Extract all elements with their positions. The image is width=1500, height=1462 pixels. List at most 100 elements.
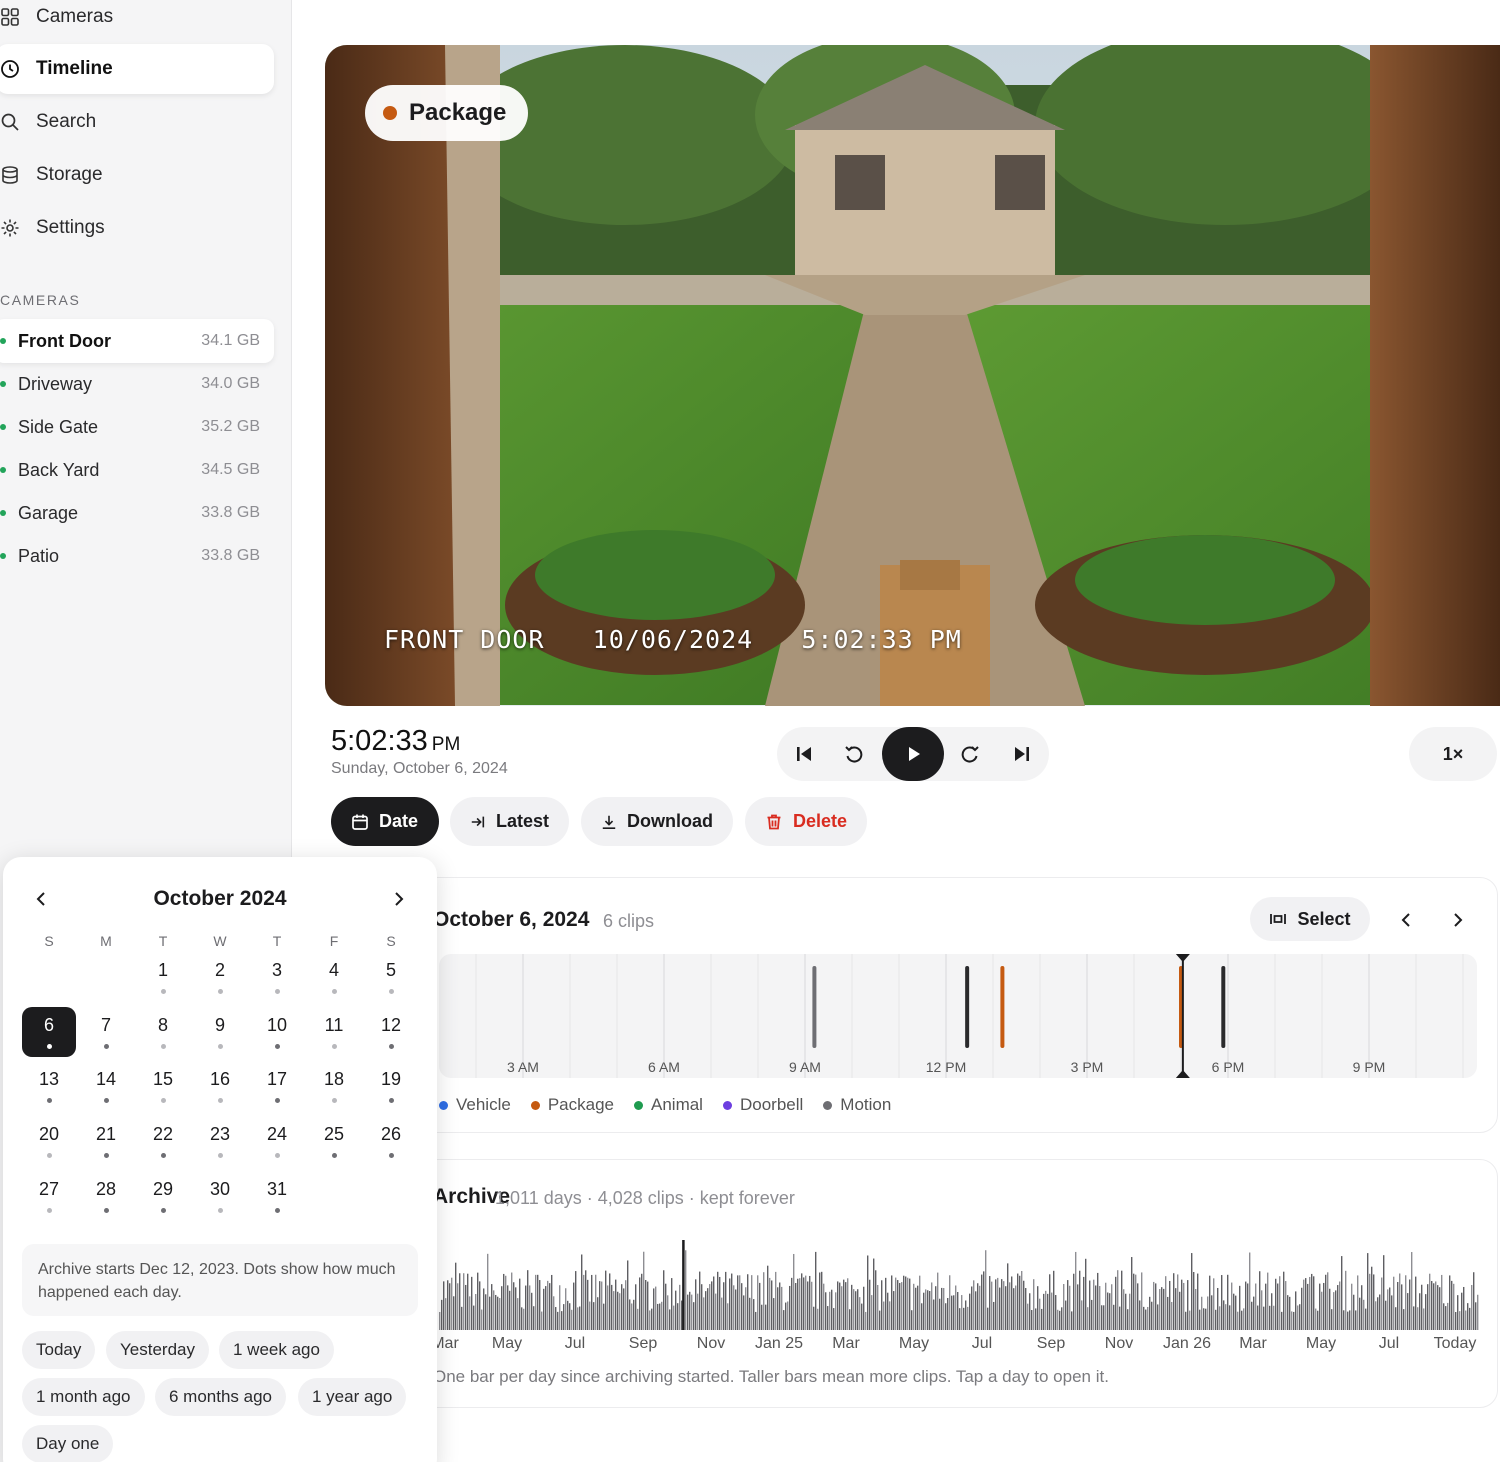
archive-day-bar[interactable]	[571, 1309, 573, 1330]
archive-day-bar[interactable]	[703, 1297, 705, 1330]
archive-day-bar[interactable]	[1297, 1305, 1299, 1330]
archive-day-bar[interactable]	[1053, 1270, 1055, 1330]
archive-day-bar[interactable]	[551, 1274, 553, 1330]
archive-day-bar[interactable]	[1281, 1311, 1283, 1330]
archive-day-bar[interactable]	[1081, 1300, 1083, 1330]
archive-day-bar[interactable]	[519, 1278, 521, 1330]
archive-day-bar[interactable]	[1207, 1296, 1209, 1330]
archive-day-bar[interactable]	[1413, 1306, 1415, 1330]
archive-day-bar[interactable]	[1377, 1297, 1379, 1330]
archive-day-bar[interactable]	[707, 1288, 709, 1330]
archive-day-bar[interactable]	[979, 1285, 981, 1330]
archive-day-bar[interactable]	[1201, 1296, 1203, 1330]
archive-day-bar[interactable]	[529, 1285, 531, 1330]
archive-day-bar[interactable]	[869, 1279, 871, 1330]
archive-day-bar[interactable]	[615, 1279, 617, 1330]
archive-day-bar[interactable]	[679, 1284, 681, 1330]
calendar-day[interactable]: 23	[193, 1116, 247, 1166]
archive-day-bar[interactable]	[471, 1276, 473, 1330]
archive-day-bar[interactable]	[525, 1285, 527, 1330]
archive-day-bar[interactable]	[835, 1292, 837, 1330]
calendar-day[interactable]: 11	[307, 1007, 361, 1057]
archive-day-bar[interactable]	[1471, 1285, 1473, 1330]
archive-day-bar[interactable]	[1195, 1288, 1197, 1330]
archive-day-bar[interactable]	[1051, 1292, 1053, 1330]
archive-day-bar[interactable]	[621, 1284, 623, 1330]
calendar-day[interactable]: 9	[193, 1007, 247, 1057]
archive-day-bar[interactable]	[605, 1270, 607, 1330]
camera-item-garage[interactable]: Garage 33.8 GB	[0, 491, 274, 535]
archive-day-bar[interactable]	[501, 1286, 503, 1330]
archive-day-bar[interactable]	[1017, 1273, 1019, 1330]
archive-day-bar[interactable]	[505, 1275, 507, 1330]
archive-day-bar[interactable]	[1407, 1293, 1409, 1330]
archive-day-bar[interactable]	[893, 1291, 895, 1330]
archive-day-bar[interactable]	[797, 1278, 799, 1330]
archive-day-bar[interactable]	[691, 1294, 693, 1330]
archive-day-bar[interactable]	[1271, 1293, 1273, 1330]
archive-day-bar[interactable]	[1161, 1287, 1163, 1330]
archive-day-bar[interactable]	[1263, 1306, 1265, 1330]
archive-histogram[interactable]	[439, 1230, 1479, 1330]
archive-day-bar[interactable]	[1019, 1275, 1021, 1330]
archive-day-bar[interactable]	[1205, 1308, 1207, 1330]
archive-day-bar[interactable]	[1477, 1294, 1479, 1330]
archive-day-bar[interactable]	[1321, 1291, 1323, 1330]
archive-day-bar[interactable]	[1005, 1286, 1007, 1330]
archive-day-bar[interactable]	[1257, 1305, 1259, 1330]
archive-day-bar[interactable]	[1261, 1290, 1263, 1330]
archive-day-bar[interactable]	[1287, 1295, 1289, 1330]
archive-day-bar[interactable]	[867, 1255, 869, 1330]
archive-day-bar[interactable]	[1409, 1279, 1411, 1330]
archive-day-bar[interactable]	[865, 1311, 867, 1330]
archive-day-bar[interactable]	[531, 1292, 533, 1330]
archive-day-bar[interactable]	[533, 1306, 535, 1330]
archive-day-bar[interactable]	[1155, 1283, 1157, 1330]
archive-day-bar[interactable]	[513, 1282, 515, 1330]
speed-button[interactable]: 1×	[1409, 727, 1497, 781]
archive-day-bar[interactable]	[541, 1311, 543, 1330]
archive-day-bar[interactable]	[709, 1284, 711, 1330]
archive-day-bar[interactable]	[475, 1294, 477, 1330]
archive-day-bar[interactable]	[801, 1273, 803, 1330]
archive-day-bar[interactable]	[1367, 1253, 1369, 1330]
archive-day-bar[interactable]	[1437, 1285, 1439, 1330]
archive-day-bar[interactable]	[1317, 1310, 1319, 1330]
archive-day-bar[interactable]	[539, 1280, 541, 1330]
archive-day-bar[interactable]	[1157, 1304, 1159, 1330]
archive-day-bar[interactable]	[915, 1287, 917, 1330]
archive-day-bar[interactable]	[1191, 1253, 1193, 1330]
archive-day-bar[interactable]	[1465, 1310, 1467, 1330]
archive-day-bar[interactable]	[961, 1295, 963, 1330]
archive-day-bar[interactable]	[911, 1310, 913, 1330]
archive-day-bar[interactable]	[1301, 1287, 1303, 1330]
archive-day-bar[interactable]	[741, 1283, 743, 1330]
archive-day-bar[interactable]	[1121, 1270, 1123, 1330]
archive-day-bar[interactable]	[597, 1297, 599, 1330]
archive-day-bar[interactable]	[981, 1274, 983, 1330]
archive-day-bar[interactable]	[619, 1293, 621, 1330]
archive-day-bar[interactable]	[1033, 1279, 1035, 1330]
archive-day-bar[interactable]	[1143, 1306, 1145, 1330]
archive-day-bar[interactable]	[517, 1298, 519, 1330]
archive-day-bar[interactable]	[1311, 1273, 1313, 1330]
archive-day-bar[interactable]	[1039, 1298, 1041, 1330]
archive-day-bar[interactable]	[721, 1297, 723, 1330]
calendar-day[interactable]: 21	[79, 1116, 133, 1166]
archive-day-bar[interactable]	[935, 1286, 937, 1330]
archive-day-bar[interactable]	[971, 1286, 973, 1330]
calendar-day[interactable]: 8	[136, 1007, 190, 1057]
archive-day-bar[interactable]	[943, 1288, 945, 1330]
archive-day-bar[interactable]	[1369, 1273, 1371, 1330]
archive-day-bar[interactable]	[907, 1277, 909, 1330]
calendar-day[interactable]: 3	[250, 952, 304, 1002]
calendar-day[interactable]: 7	[79, 1007, 133, 1057]
archive-day-bar[interactable]	[989, 1276, 991, 1330]
archive-day-bar[interactable]	[1335, 1290, 1337, 1330]
archive-day-bar[interactable]	[481, 1309, 483, 1330]
archive-day-bar[interactable]	[1141, 1272, 1143, 1330]
nav-storage[interactable]: Storage	[0, 150, 274, 200]
archive-day-bar[interactable]	[1345, 1270, 1347, 1330]
archive-day-bar[interactable]	[957, 1292, 959, 1330]
archive-day-bar[interactable]	[1071, 1311, 1073, 1330]
